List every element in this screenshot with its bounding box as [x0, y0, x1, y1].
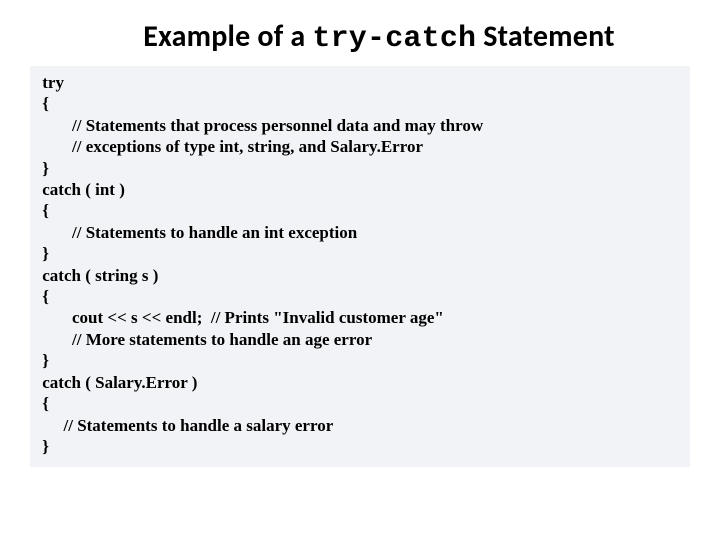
- title-prefix: Example of a: [143, 18, 312, 55]
- title-suffix: Statement: [476, 18, 614, 55]
- slide: Example of a try-catch Statement try { /…: [0, 0, 720, 540]
- slide-title: Example of a try-catch Statement: [0, 18, 720, 66]
- title-mono: try-catch: [312, 22, 476, 56]
- code-box: try { // Statements that process personn…: [30, 66, 690, 467]
- code-block: try { // Statements that process personn…: [38, 72, 682, 457]
